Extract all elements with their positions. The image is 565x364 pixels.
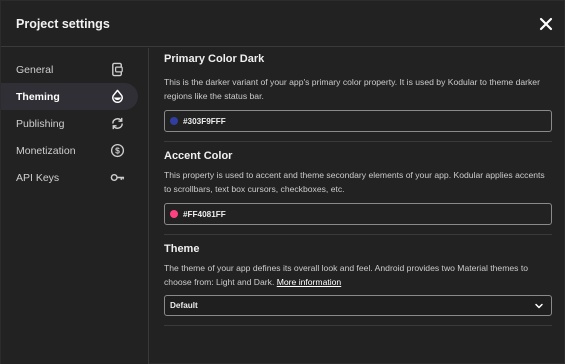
svg-text:$: $ bbox=[115, 146, 120, 156]
sidebar-item-monetization[interactable]: Monetization $ bbox=[1, 137, 148, 164]
phone-settings-icon bbox=[112, 62, 123, 77]
color-value: #303F9FFF bbox=[183, 116, 226, 126]
settings-sidebar: General Theming Publishing Monetization … bbox=[1, 48, 149, 364]
section-description: The theme of your app defines its overal… bbox=[164, 261, 554, 289]
color-swatch[interactable] bbox=[170, 117, 178, 125]
close-icon[interactable] bbox=[538, 16, 554, 32]
sidebar-item-general[interactable]: General bbox=[1, 56, 148, 83]
primary-color-dark-section: Primary Color Dark This is the darker va… bbox=[164, 48, 552, 132]
dialog-header: Project settings bbox=[1, 1, 565, 47]
project-settings-dialog: Project settings General Theming Publish… bbox=[0, 0, 565, 364]
sidebar-item-label: Theming bbox=[16, 90, 60, 103]
dialog-title: Project settings bbox=[16, 16, 110, 31]
sidebar-item-publishing[interactable]: Publishing bbox=[1, 110, 148, 137]
theming-content: Primary Color Dark This is the darker va… bbox=[150, 48, 565, 364]
theme-selected-value: Default bbox=[170, 301, 198, 310]
theme-section: Theme The theme of your app defines its … bbox=[164, 235, 552, 316]
sidebar-item-api-keys[interactable]: API Keys bbox=[1, 164, 148, 191]
more-information-link[interactable]: More information bbox=[277, 277, 341, 287]
section-title: Accent Color bbox=[164, 150, 233, 162]
sidebar-item-label: API Keys bbox=[16, 171, 60, 184]
sidebar-item-theming[interactable]: Theming bbox=[1, 83, 138, 110]
dollar-icon: $ bbox=[110, 143, 125, 158]
chevron-down-icon bbox=[535, 303, 543, 309]
accent-color-field[interactable]: #FF4081FF bbox=[164, 203, 552, 225]
section-title: Primary Color Dark bbox=[164, 53, 265, 65]
sidebar-item-label: Publishing bbox=[16, 117, 65, 130]
sidebar-item-label: Monetization bbox=[16, 144, 76, 157]
key-icon bbox=[110, 173, 125, 182]
color-value: #FF4081FF bbox=[183, 209, 226, 219]
sidebar-item-label: General bbox=[16, 63, 54, 76]
theme-select[interactable]: Default bbox=[164, 295, 552, 316]
section-description: This property is used to accent and them… bbox=[164, 170, 545, 194]
sync-icon bbox=[112, 117, 123, 130]
section-description: This is the darker variant of your app's… bbox=[164, 77, 540, 101]
theme-description-text: The theme of your app defines its overal… bbox=[164, 263, 529, 287]
section-title: Theme bbox=[164, 243, 200, 255]
primary-color-dark-field[interactable]: #303F9FFF bbox=[164, 110, 552, 132]
paint-drop-icon bbox=[112, 89, 123, 103]
accent-color-section: Accent Color This property is used to ac… bbox=[164, 142, 552, 225]
section-divider bbox=[164, 325, 552, 326]
color-swatch[interactable] bbox=[170, 210, 178, 218]
